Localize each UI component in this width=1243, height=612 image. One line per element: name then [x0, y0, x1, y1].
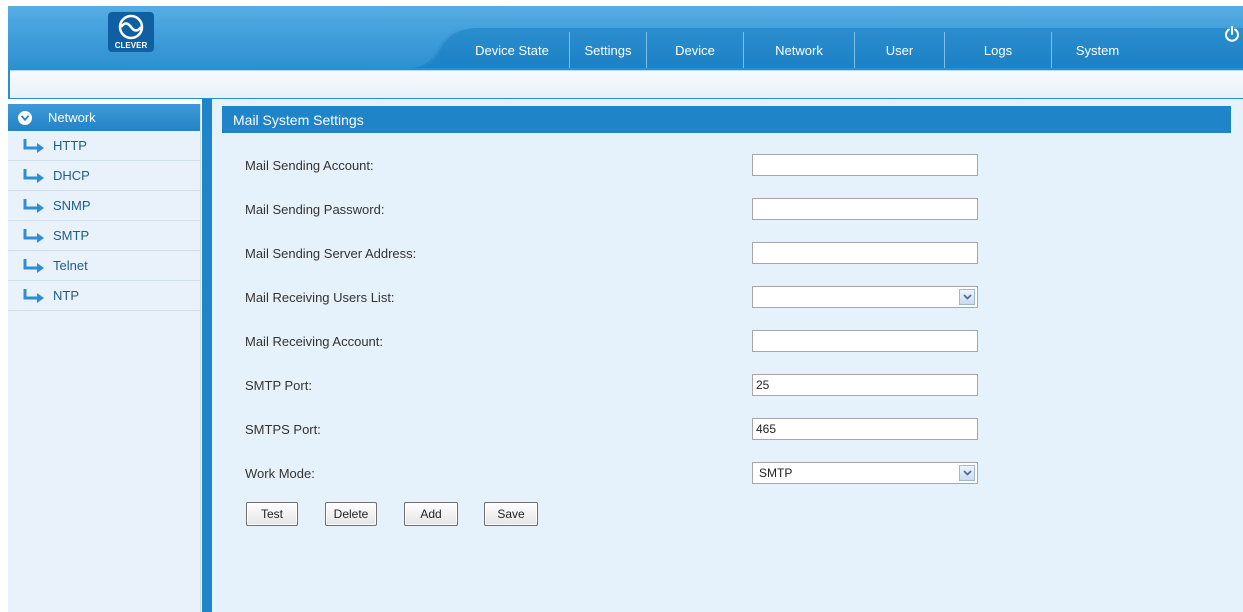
sidebar-item-telnet[interactable]: Telnet: [8, 251, 200, 281]
sidebar-item-label: SNMP: [53, 198, 91, 213]
mail-sending-account-label: Mail Sending Account:: [245, 158, 374, 173]
sidebar-item-label: NTP: [53, 288, 79, 303]
mail-server-address-label: Mail Sending Server Address:: [245, 246, 417, 261]
mail-receiving-account-input[interactable]: [752, 330, 978, 352]
clever-logo-icon[interactable]: CLEVER: [108, 12, 154, 52]
sidebar-header-network[interactable]: Network: [8, 104, 200, 131]
add-button[interactable]: Add: [404, 502, 458, 526]
tab-network[interactable]: Network: [744, 32, 855, 68]
tab-device-state[interactable]: Device State: [455, 32, 570, 68]
sidebar-item-label: Telnet: [53, 258, 88, 273]
section-title: Mail System Settings: [222, 106, 1231, 133]
sidebar-item-label: DHCP: [53, 168, 90, 183]
logo-text: CLEVER: [115, 41, 148, 50]
test-button[interactable]: Test: [246, 502, 298, 526]
sidebar-item-ntp[interactable]: NTP: [8, 281, 200, 311]
arrow-right-bent-icon: [23, 198, 44, 213]
sidebar-item-label: SMTP: [53, 228, 90, 243]
chevron-down-icon[interactable]: [959, 465, 975, 481]
mail-sending-password-input[interactable]: [752, 198, 978, 220]
header-banner: CLEVER Device State Settings Device Netw…: [8, 6, 1243, 68]
tab-logs[interactable]: Logs: [945, 32, 1052, 68]
smtps-port-input[interactable]: [752, 418, 978, 440]
sidebar-item-http[interactable]: HTTP: [8, 131, 200, 161]
mail-sending-account-input[interactable]: [752, 154, 978, 176]
arrow-right-bent-icon: [23, 288, 44, 303]
smtp-port-input[interactable]: [752, 374, 978, 396]
main-content: Mail System Settings Mail Sending Accoun…: [212, 99, 1243, 612]
tab-system[interactable]: System: [1052, 32, 1143, 68]
top-nav: Device State Settings Device Network Use…: [455, 32, 1143, 68]
content-separator-bar: [202, 99, 212, 612]
save-button[interactable]: Save: [484, 502, 538, 526]
mail-receiving-account-label: Mail Receiving Account:: [245, 334, 384, 349]
sidebar-item-smtp[interactable]: SMTP: [8, 221, 200, 251]
smtp-port-label: SMTP Port:: [245, 378, 312, 393]
tab-device[interactable]: Device: [647, 32, 744, 68]
arrow-right-bent-icon: [23, 228, 44, 243]
header-subbar: [10, 70, 1243, 98]
arrow-right-bent-icon: [23, 168, 44, 183]
sidebar-item-snmp[interactable]: SNMP: [8, 191, 200, 221]
tab-settings[interactable]: Settings: [570, 32, 647, 68]
work-mode-select[interactable]: SMTP: [752, 462, 978, 484]
chevron-down-circle-icon: [18, 110, 32, 125]
arrow-right-bent-icon: [23, 138, 44, 153]
delete-button[interactable]: Delete: [325, 502, 377, 526]
sidebar-item-dhcp[interactable]: DHCP: [8, 161, 200, 191]
mail-receiving-users-select[interactable]: [752, 286, 978, 308]
sidebar: Network HTTP DHCP SNMP SMTP Telnet NTP: [8, 104, 201, 612]
app-root: CLEVER Device State Settings Device Netw…: [0, 0, 1243, 612]
chevron-down-icon[interactable]: [959, 289, 975, 305]
mail-sending-password-label: Mail Sending Password:: [245, 202, 385, 217]
mail-receiving-users-label: Mail Receiving Users List:: [245, 290, 395, 305]
header: CLEVER Device State Settings Device Netw…: [8, 6, 1243, 99]
tab-user[interactable]: User: [855, 32, 945, 68]
power-icon[interactable]: [1224, 26, 1240, 42]
select-value: SMTP: [759, 466, 793, 480]
smtps-port-label: SMTPS Port:: [245, 422, 321, 437]
arrow-right-bent-icon: [23, 258, 44, 273]
work-mode-label: Work Mode:: [245, 466, 315, 481]
sidebar-header-label: Network: [48, 110, 96, 125]
sidebar-item-label: HTTP: [53, 138, 87, 153]
mail-server-address-input[interactable]: [752, 242, 978, 264]
